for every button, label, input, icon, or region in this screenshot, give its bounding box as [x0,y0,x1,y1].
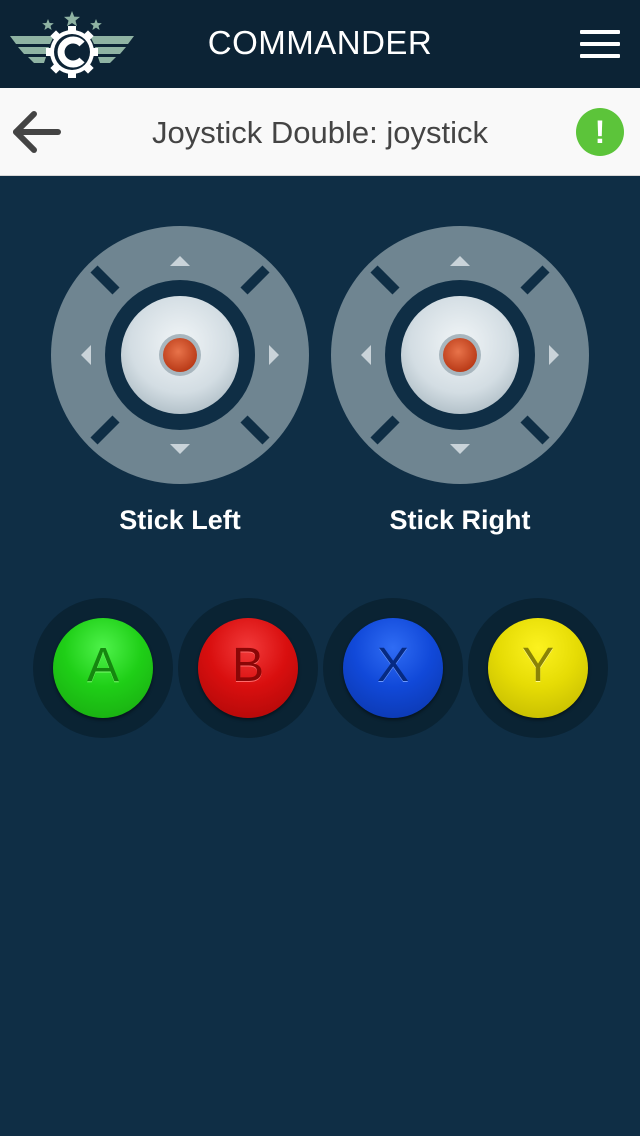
button-a-well: A [33,598,173,738]
joystick-left[interactable] [50,225,310,485]
button-b-label: B [231,639,264,692]
app-bar: COMMANDER [0,0,640,88]
button-y[interactable]: Y [488,618,588,718]
button-a-label: A [86,639,119,692]
button-y-label: Y [521,639,554,692]
joystick-right-label: Stick Right [389,505,531,535]
button-x-label: X [376,639,409,692]
menu-line [580,54,620,58]
hamburger-menu-icon[interactable] [576,26,624,62]
menu-line [580,30,620,34]
arrow-left-icon[interactable] [12,110,64,154]
status-symbol: ! [594,114,606,150]
button-y-well: Y [468,598,608,738]
joystick-right-graphic [331,226,589,484]
button-x-well: X [323,598,463,738]
joystick-right[interactable] [330,225,590,485]
joystick-left-graphic [51,226,309,484]
exclamation-circle-icon[interactable]: ! [576,108,624,156]
app-title: COMMANDER [207,24,433,61]
button-x[interactable]: X [343,618,443,718]
button-b[interactable]: B [198,618,298,718]
page-title: Joystick Double: joystick [152,115,488,150]
joystick-left-label: Stick Left [119,505,241,535]
button-b-well: B [178,598,318,738]
button-a[interactable]: A [53,618,153,718]
page-header: Joystick Double: joystick ! [0,88,640,176]
menu-line [580,42,620,46]
